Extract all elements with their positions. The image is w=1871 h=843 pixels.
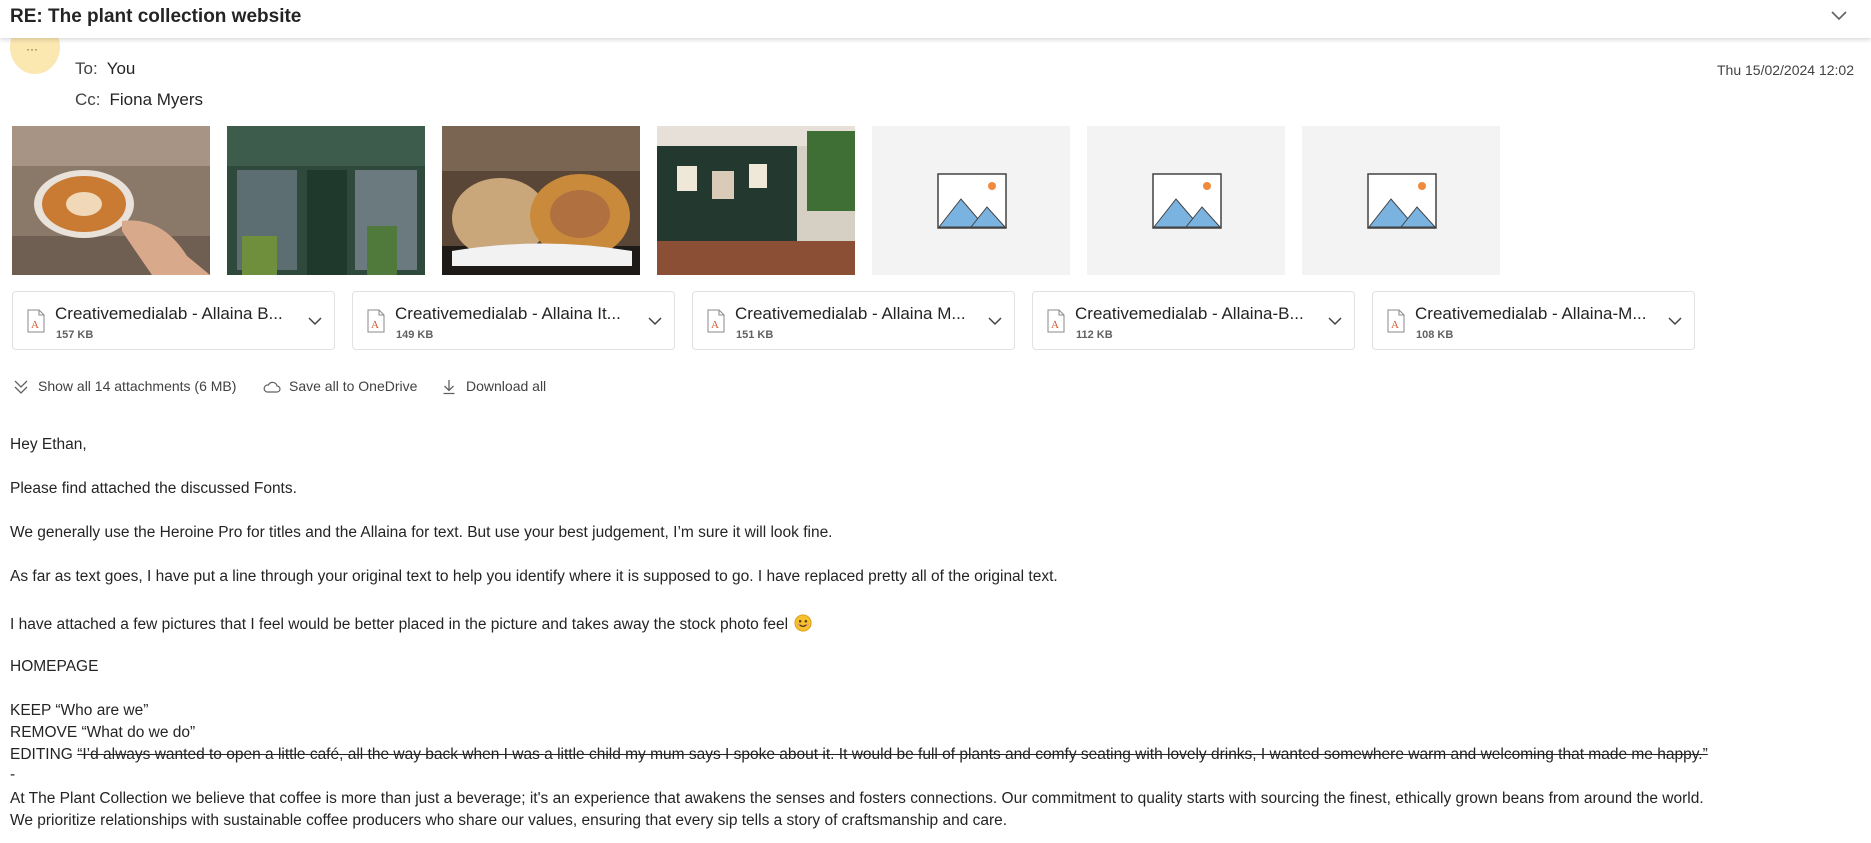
cc-label: Cc: (75, 90, 101, 109)
font-file-icon: A (1387, 309, 1405, 338)
show-all-label: Show all 14 attachments (6 MB) (38, 378, 237, 394)
attachment-name: Creativemedialab - Allaina M... (735, 304, 966, 323)
svg-text:A: A (1051, 319, 1059, 331)
body-paragraph: I have attached a few pictures that I fe… (10, 616, 789, 633)
attachment-size: 151 KB (736, 329, 774, 341)
svg-text:A: A (371, 319, 379, 331)
svg-text:A: A (31, 319, 39, 331)
cc-recipient[interactable]: Fiona Myers (110, 90, 204, 109)
body-keep-line: KEEP “Who are we” (10, 702, 149, 719)
font-file-icon: A (367, 309, 385, 338)
attachment-menu-chevron-icon[interactable] (646, 312, 664, 335)
attachment-menu-chevron-icon[interactable] (306, 312, 324, 335)
body-paragraph: Please find attached the discussed Fonts… (10, 480, 297, 497)
body-greeting: Hey Ethan, (10, 436, 87, 453)
thumbnail-placeholder-3[interactable] (1302, 126, 1500, 275)
body-dash: - (10, 766, 16, 783)
cc-row: Cc: Fiona Myers (75, 90, 203, 110)
download-all-label: Download all (466, 378, 547, 394)
attachment-size: 149 KB (396, 329, 434, 341)
subject-bar: RE: The plant collection website (0, 0, 1871, 38)
body-paragraph-with-emoji: I have attached a few pictures that I fe… (10, 614, 812, 634)
thumbnail-shop-front[interactable] (227, 126, 425, 275)
smiling-face-emoji-icon (794, 614, 812, 632)
download-icon (443, 380, 455, 395)
email-subject: RE: The plant collection website (10, 6, 302, 27)
attachment-menu-chevron-icon[interactable] (1666, 312, 1684, 335)
to-label: To: (75, 59, 98, 78)
thumbnail-placeholder-1[interactable] (872, 126, 1070, 275)
attachment-menu-chevron-icon[interactable] (986, 312, 1004, 335)
attachment-name: Creativemedialab - Allaina-B... (1075, 304, 1304, 323)
body-paragraph: We prioritize relationships with sustain… (10, 812, 1008, 829)
thumbnail-cafe-interior[interactable] (657, 126, 855, 275)
body-paragraph: We generally use the Heroine Pro for tit… (10, 524, 833, 541)
font-file-icon: A (27, 309, 45, 338)
attachment-card[interactable]: A Creativemedialab - Allaina M... 151 KB (692, 291, 1015, 350)
attachment-name: Creativemedialab - Allaina B... (55, 304, 283, 323)
double-chevron-down-icon (14, 380, 28, 394)
editing-label: EDITING (10, 746, 73, 763)
attachment-card[interactable]: A Creativemedialab - Allaina-B... 112 KB (1032, 291, 1355, 350)
to-recipient[interactable]: You (107, 59, 136, 78)
body-remove-line: REMOVE “What do we do” (10, 724, 196, 741)
svg-text:A: A (711, 319, 719, 331)
thumbnail-placeholder-2[interactable] (1087, 126, 1285, 275)
attachment-size: 157 KB (56, 329, 94, 341)
font-file-icon: A (707, 309, 725, 338)
body-heading: HOMEPAGE (10, 658, 99, 675)
attachment-menu-chevron-icon[interactable] (1326, 312, 1344, 335)
svg-text:A: A (1391, 319, 1399, 331)
struck-original-text: “I’d always wanted to open a little café… (77, 746, 1708, 763)
collapse-chevron-icon[interactable] (1827, 4, 1851, 28)
attachment-card[interactable]: A Creativemedialab - Allaina B... 157 KB (12, 291, 335, 350)
attachment-card[interactable]: A Creativemedialab - Allaina It... 149 K… (352, 291, 675, 350)
save-onedrive-label: Save all to OneDrive (289, 378, 418, 394)
font-file-icon: A (1047, 309, 1065, 338)
attachment-name: Creativemedialab - Allaina-M... (1415, 304, 1647, 323)
attachment-card[interactable]: A Creativemedialab - Allaina-M... 108 KB (1372, 291, 1695, 350)
attachment-name: Creativemedialab - Allaina It... (395, 304, 621, 323)
cloud-icon (263, 381, 281, 393)
to-row: To: You (75, 59, 135, 79)
email-date: Thu 15/02/2024 12:02 (1716, 62, 1854, 78)
attachment-size: 112 KB (1076, 329, 1113, 341)
thumbnail-bread[interactable] (442, 126, 640, 275)
thumbnail-latte-art[interactable] (12, 126, 210, 275)
body-paragraph: As far as text goes, I have put a line t… (10, 568, 1058, 585)
body-editing-line: EDITING “I’d always wanted to open a lit… (10, 746, 1708, 764)
attachment-size: 108 KB (1416, 329, 1454, 341)
body-paragraph: At The Plant Collection we believe that … (10, 790, 1704, 807)
